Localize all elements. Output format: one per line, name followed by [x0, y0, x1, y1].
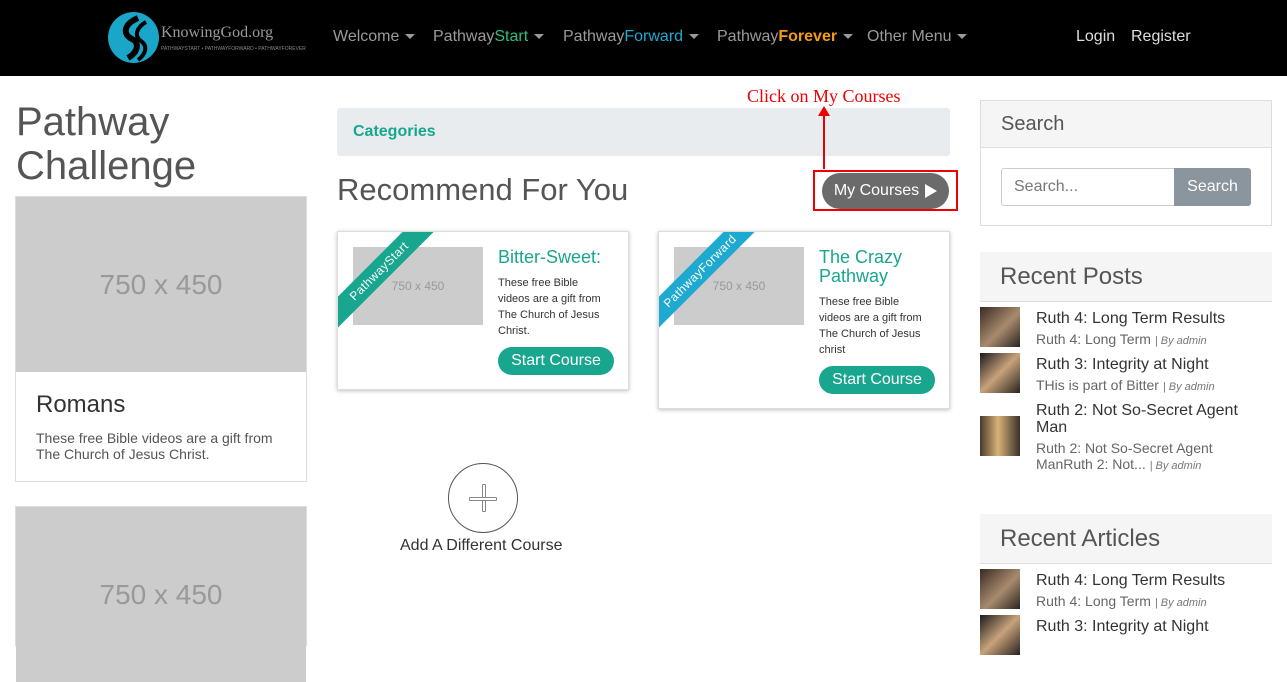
nav-menu-label-accent: Forward — [624, 28, 684, 45]
post-thumbnail — [980, 416, 1020, 456]
card-desc: These free Bible videos are a gift from … — [36, 430, 273, 462]
course-title[interactable]: Bitter-Sweet: — [498, 248, 601, 267]
post-author: | By admin — [1154, 335, 1207, 347]
nav-menu-welcome[interactable]: Welcome — [333, 28, 416, 46]
post-title[interactable]: Ruth 2: Not So-Secret Agent Man — [1036, 402, 1256, 436]
article-title[interactable]: Ruth 3: Integrity at Night — [1036, 618, 1209, 635]
caret-down-icon — [405, 34, 416, 40]
course-card[interactable]: 750 x 450 PathwayForward The Crazy Pathw… — [658, 231, 950, 409]
post-thumbnail — [980, 353, 1020, 393]
recent-articles-title: Recent Articles — [980, 514, 1272, 564]
caret-down-icon — [689, 34, 700, 40]
post-excerpt: Ruth 4: Long Term | By admin — [1036, 331, 1207, 349]
challenge-card[interactable]: 750 x 450 Romans These free Bible videos… — [15, 196, 307, 482]
course-desc: These free Bible videos are a gift from … — [819, 296, 922, 356]
top-navbar: KnowingGod.org PATHWAYSTART • PATHWAYFOR… — [0, 0, 1287, 76]
categories-bar[interactable]: Categories — [337, 108, 950, 156]
post-title[interactable]: Ruth 3: Integrity at Night — [1036, 356, 1209, 373]
article-excerpt-text: Ruth 4: Long Term — [1036, 593, 1151, 609]
annotation-arrow — [823, 112, 825, 169]
page-title-line: Pathway — [16, 100, 170, 144]
add-course-button[interactable] — [448, 463, 518, 533]
post-excerpt-text: THis is part of Bitter — [1036, 377, 1159, 393]
logo-tagline: PATHWAYSTART • PATHWAYFORWARD • PATHWAYF… — [161, 46, 306, 52]
annotation-arrow-head-icon — [818, 106, 830, 116]
start-course-button[interactable]: Start Course — [498, 347, 614, 375]
logo-mark-icon — [108, 12, 159, 63]
nav-menu-label: Welcome — [333, 28, 400, 45]
play-icon — [925, 184, 938, 198]
nav-menu-label: Pathway — [563, 28, 625, 45]
article-excerpt: Ruth 4: Long Term | By admin — [1036, 593, 1207, 611]
card-title: Romans — [36, 391, 126, 418]
post-excerpt-text: Ruth 4: Long Term — [1036, 331, 1151, 347]
nav-menu-pathwayforward[interactable]: PathwayForward — [563, 28, 700, 46]
add-course-label[interactable]: Add A Different Course — [400, 537, 562, 555]
card-image-placeholder: 750 x 450 — [16, 197, 306, 372]
post-author: | By admin — [1149, 460, 1202, 472]
post-title[interactable]: Ruth 4: Long Term Results — [1036, 310, 1225, 327]
nav-menu-label: Pathway — [433, 28, 495, 45]
post-excerpt: Ruth 2: Not So-Secret Agent ManRuth 2: N… — [1036, 440, 1256, 474]
post-thumbnail — [980, 307, 1020, 347]
nav-menu-label-accent: Forever — [778, 28, 838, 45]
categories-label[interactable]: Categories — [353, 123, 436, 141]
caret-down-icon — [534, 34, 545, 40]
page-title-line: Challenge — [16, 144, 197, 188]
nav-menu-other[interactable]: Other Menu — [867, 28, 968, 46]
nav-menu-pathwaystart[interactable]: PathwayStart — [433, 28, 545, 46]
course-card[interactable]: 750 x 450 PathwayStart Bitter-Sweet: The… — [337, 231, 629, 390]
article-title[interactable]: Ruth 4: Long Term Results — [1036, 572, 1225, 589]
recommend-title: Recommend For You — [337, 172, 629, 207]
search-button[interactable]: Search — [1174, 168, 1251, 206]
recent-posts-title: Recent Posts — [980, 252, 1272, 302]
nav-menu-pathwayforever[interactable]: PathwayForever — [717, 28, 854, 46]
challenge-card[interactable]: 750 x 450 — [15, 506, 307, 682]
nav-menu-label-accent: Start — [494, 28, 529, 45]
page-title: Pathway Challenge — [16, 100, 196, 188]
site-logo[interactable]: KnowingGod.org PATHWAYSTART • PATHWAYFOR… — [108, 12, 306, 64]
search-panel-title: Search — [981, 101, 1271, 148]
logo-text: KnowingGod.org — [161, 24, 274, 41]
plus-icon-bar — [469, 497, 497, 501]
course-desc: These free Bible videos are a gift from … — [498, 277, 601, 337]
login-link[interactable]: Login — [1076, 28, 1115, 46]
article-thumbnail — [980, 569, 1020, 609]
course-title[interactable]: The Crazy Pathway — [819, 248, 939, 286]
card-image-placeholder: 750 x 450 — [16, 507, 306, 682]
article-thumbnail — [980, 615, 1020, 655]
post-excerpt: THis is part of Bitter | By admin — [1036, 377, 1215, 395]
caret-down-icon — [957, 34, 968, 40]
caret-down-icon — [843, 34, 854, 40]
nav-menu-label: Other Menu — [867, 28, 952, 45]
start-course-button[interactable]: Start Course — [819, 366, 935, 394]
search-panel: Search Search... Search — [980, 100, 1272, 226]
register-link[interactable]: Register — [1131, 28, 1191, 46]
annotation-text: Click on My Courses — [747, 86, 901, 106]
article-author: | By admin — [1154, 597, 1207, 609]
my-courses-label: My Courses — [833, 182, 920, 199]
post-author: | By admin — [1162, 381, 1215, 393]
search-input[interactable]: Search... — [1001, 168, 1175, 206]
my-courses-button[interactable]: My Courses — [822, 173, 949, 209]
nav-menu-label: Pathway — [717, 28, 779, 45]
